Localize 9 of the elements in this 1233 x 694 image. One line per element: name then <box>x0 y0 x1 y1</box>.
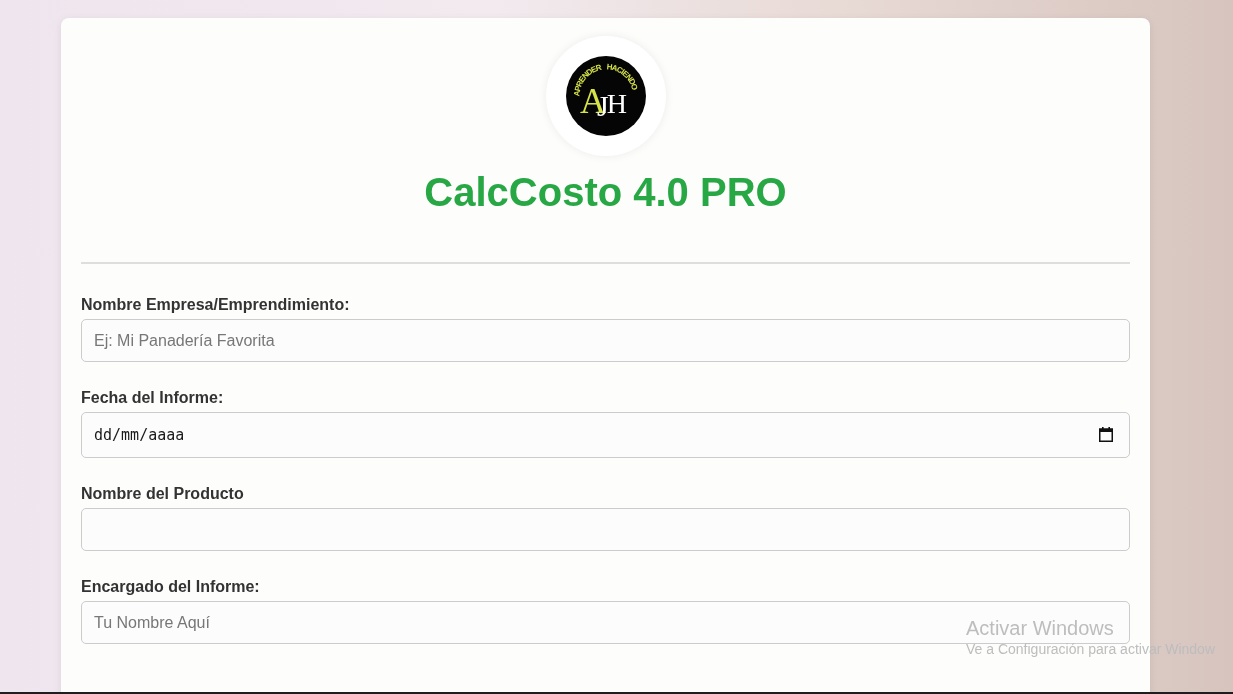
input-field[interactable] <box>81 508 1130 551</box>
field-label: Fecha del Informe: <box>81 388 225 407</box>
field-label: Nombre del Producto <box>81 484 245 503</box>
date-field[interactable]: dd/mm/aaaa <box>81 412 1130 458</box>
field-label: Nombre Empresa/Emprendimiento: <box>81 295 351 314</box>
field-label: Encargado del Informe: <box>81 577 261 596</box>
app-title: CalcCosto 4.0 PRO <box>424 169 787 215</box>
input-field[interactable]: Ej: Mi Panadería Favorita <box>81 319 1130 362</box>
calendar-icon[interactable] <box>1099 427 1113 442</box>
